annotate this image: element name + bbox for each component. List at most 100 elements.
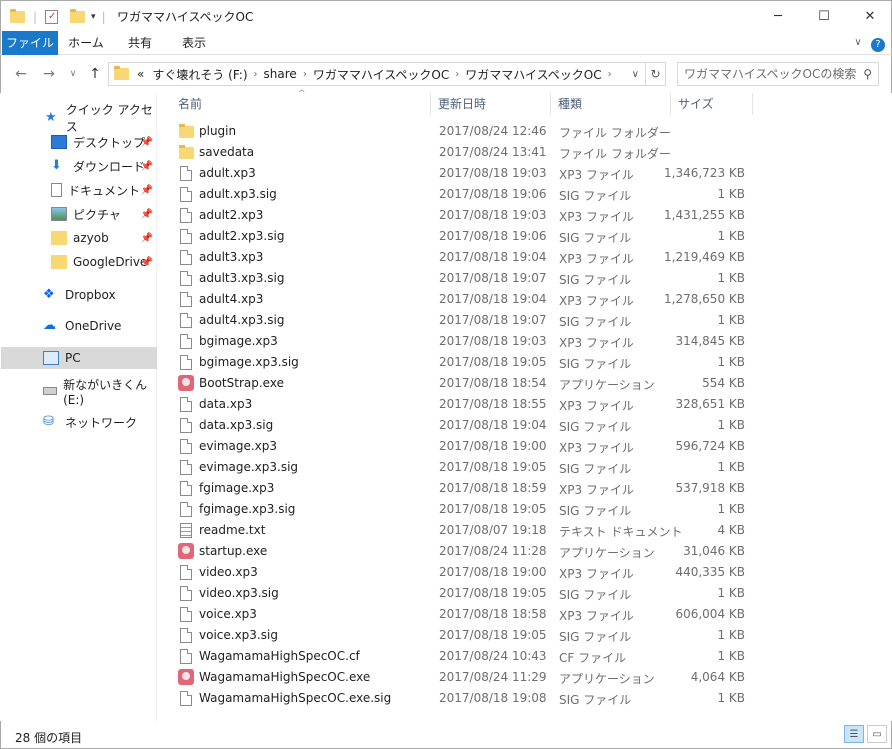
table-row[interactable]: adult3.xp3.sig 2017/08/18 19:07 SIG ファイル 1 … <box>158 268 891 289</box>
sidebar-item-label: クイック アクセス <box>65 103 153 134</box>
column-header-name[interactable]: 名前 <box>158 93 430 115</box>
table-row[interactable]: BootStrap.exe 2017/08/18 18:54 アプリケーション 554… <box>158 373 891 394</box>
sidebar-item-folder[interactable]: GoogleDrive 📌 <box>1 251 157 273</box>
column-divider[interactable] <box>752 93 753 115</box>
table-row[interactable]: video.xp3.sig 2017/08/18 19:05 SIG ファイル 1 K… <box>158 583 891 604</box>
sidebar-item-document[interactable]: ドキュメント 📌 <box>1 179 157 201</box>
table-row[interactable]: fgimage.xp3 2017/08/18 18:59 XP3 ファイル 537,9… <box>158 478 891 499</box>
pin-icon[interactable]: 📌 <box>141 161 153 172</box>
file-type: XP3 ファイル <box>559 210 634 224</box>
sidebar-item-folder[interactable]: azyob 📌 <box>1 227 157 249</box>
table-row[interactable]: evimage.xp3 2017/08/18 19:00 XP3 ファイル 596,7… <box>158 436 891 457</box>
table-row[interactable]: data.xp3 2017/08/18 18:55 XP3 ファイル 328,651 … <box>158 394 891 415</box>
maximize-button[interactable]: ☐ <box>801 1 847 31</box>
pin-icon[interactable]: 📌 <box>141 137 153 148</box>
table-row[interactable]: adult.xp3.sig 2017/08/18 19:06 SIG ファイル 1 K… <box>158 184 891 205</box>
table-row[interactable]: readme.txt 2017/08/07 19:18 テキスト ドキュメント 4 K… <box>158 520 891 541</box>
new-folder-icon[interactable] <box>70 9 86 23</box>
table-row[interactable]: voice.xp3 2017/08/18 18:58 XP3 ファイル 606,004… <box>158 604 891 625</box>
chevron-right-icon[interactable]: › <box>254 69 258 80</box>
breadcrumb-folder-1[interactable]: ワガママハイスペックOC <box>313 66 449 83</box>
large-icons-view-button[interactable]: ▭ <box>867 725 887 743</box>
file-name: adult2.xp3 <box>199 208 264 222</box>
table-row[interactable]: adult4.xp3.sig 2017/08/18 19:07 SIG ファイル 1 … <box>158 310 891 331</box>
table-row[interactable]: adult.xp3 2017/08/18 19:03 XP3 ファイル 1,346,7… <box>158 163 891 184</box>
sidebar-item-pc[interactable]: PC <box>1 347 157 369</box>
table-row[interactable]: bgimage.xp3 2017/08/18 19:03 XP3 ファイル 314,8… <box>158 331 891 352</box>
tab-file[interactable]: ファイル <box>2 31 58 55</box>
table-row[interactable]: plugin 2017/08/24 12:46 ファイル フォルダー <box>158 121 891 142</box>
file-size: 1,278,650 KB <box>664 292 745 306</box>
pin-icon[interactable]: 📌 <box>141 233 153 244</box>
file-size: 1,346,723 KB <box>664 166 745 180</box>
sidebar-item-label: 新ながいきくん (E:) <box>63 377 148 407</box>
sidebar-item-dropbox[interactable]: ❖ Dropbox <box>1 284 157 306</box>
chevron-right-icon[interactable]: › <box>608 69 612 80</box>
file-type: SIG ファイル <box>559 357 632 371</box>
breadcrumb-folder-2[interactable]: ワガママハイスペックOC <box>465 66 601 83</box>
chevron-right-icon[interactable]: › <box>455 69 459 80</box>
refresh-button[interactable]: ↻ <box>646 62 666 86</box>
table-row[interactable]: adult4.xp3 2017/08/18 19:04 XP3 ファイル 1,278,… <box>158 289 891 310</box>
sidebar-item-network[interactable]: ⛁ ネットワーク <box>1 411 157 433</box>
file-size: 1 KB <box>717 649 745 663</box>
column-header-size[interactable]: サイズ <box>670 93 750 115</box>
folder-icon[interactable] <box>10 9 25 23</box>
table-row[interactable]: adult2.xp3 2017/08/18 19:03 XP3 ファイル 1,431,… <box>158 205 891 226</box>
recent-locations-button[interactable]: ∨ <box>63 64 83 84</box>
table-row[interactable]: adult3.xp3 2017/08/18 19:04 XP3 ファイル 1,219,… <box>158 247 891 268</box>
column-header-type[interactable]: 種類 <box>550 93 670 115</box>
customize-toolbar-icon[interactable]: ▾ <box>91 12 96 22</box>
table-row[interactable]: startup.exe 2017/08/24 11:28 アプリケーション 31,04… <box>158 541 891 562</box>
table-row[interactable]: WagamamaHighSpecOC.exe.sig 2017/08/18 19:… <box>158 688 891 709</box>
table-row[interactable]: savedata 2017/08/24 13:41 ファイル フォルダー <box>158 142 891 163</box>
address-box[interactable]: « すぐ壊れそう (F:) › share › ワガママハイスペックOC › ワ… <box>108 62 646 86</box>
table-row[interactable]: fgimage.xp3.sig 2017/08/18 19:05 SIG ファイル 1… <box>158 499 891 520</box>
file-name: adult.xp3.sig <box>199 187 277 201</box>
sidebar-item-download[interactable]: ⬇ ダウンロード 📌 <box>1 155 157 177</box>
search-input[interactable]: ワガママハイスペックOCの検索 ⚲ <box>677 62 879 86</box>
file-date: 2017/08/18 18:59 <box>439 481 547 495</box>
tab-share[interactable]: 共有 <box>115 31 165 55</box>
table-row[interactable]: video.xp3 2017/08/18 19:00 XP3 ファイル 440,335… <box>158 562 891 583</box>
chevron-right-icon[interactable]: › <box>303 69 307 80</box>
download-icon: ⬇ <box>51 158 62 173</box>
sidebar-item-star[interactable]: ★ クイック アクセス <box>1 103 157 134</box>
column-header-date[interactable]: 更新日時 <box>430 93 550 115</box>
table-row[interactable]: WagamamaHighSpecOC.exe 2017/08/24 11:29 アプ… <box>158 667 891 688</box>
file-icon <box>180 250 192 265</box>
table-row[interactable]: bgimage.xp3.sig 2017/08/18 19:05 SIG ファイル 1… <box>158 352 891 373</box>
pin-icon[interactable]: 📌 <box>141 209 153 220</box>
close-button[interactable]: ✕ <box>847 1 892 31</box>
address-dropdown-icon[interactable]: ∨ <box>632 69 639 80</box>
sidebar-item-desktop[interactable]: デスクトップ 📌 <box>1 131 157 153</box>
maximize-icon: ☐ <box>818 8 830 24</box>
table-row[interactable]: data.xp3.sig 2017/08/18 19:04 SIG ファイル 1 KB <box>158 415 891 436</box>
tab-home[interactable]: ホーム <box>61 31 111 55</box>
breadcrumb-overflow[interactable]: « <box>137 67 144 81</box>
up-button[interactable]: ↑ <box>85 64 105 84</box>
pin-icon[interactable]: 📌 <box>141 185 153 196</box>
back-button[interactable]: ← <box>11 64 31 84</box>
sidebar-item-drive[interactable]: 新ながいきくん (E:) <box>1 378 157 407</box>
tab-view[interactable]: 表示 <box>169 31 219 55</box>
table-row[interactable]: WagamamaHighSpecOC.cf 2017/08/24 10:43 CF … <box>158 646 891 667</box>
properties-icon[interactable]: ✓ <box>45 10 59 24</box>
details-view-button[interactable]: ☰ <box>844 725 864 743</box>
table-row[interactable]: adult2.xp3.sig 2017/08/18 19:06 SIG ファイル 1 … <box>158 226 891 247</box>
file-date: 2017/08/18 19:05 <box>439 355 547 369</box>
pin-icon[interactable]: 📌 <box>141 257 153 268</box>
sidebar-item-onedrive[interactable]: ☁ OneDrive <box>1 315 157 337</box>
file-icon <box>180 208 192 223</box>
file-date: 2017/08/18 19:05 <box>439 502 547 516</box>
breadcrumb-share[interactable]: share <box>264 67 297 81</box>
sidebar-item-picture[interactable]: ピクチャ 📌 <box>1 203 157 225</box>
sidebar-item-label: ダウンロード <box>73 159 146 174</box>
forward-button[interactable]: → <box>39 64 59 84</box>
table-row[interactable]: evimage.xp3.sig 2017/08/18 19:05 SIG ファイル 1… <box>158 457 891 478</box>
breadcrumb-drive[interactable]: すぐ壊れそう (F:) <box>152 66 247 83</box>
minimize-button[interactable]: ─ <box>755 1 801 31</box>
expand-ribbon-icon[interactable]: ∨ <box>851 31 865 55</box>
table-row[interactable]: voice.xp3.sig 2017/08/18 19:05 SIG ファイル 1 K… <box>158 625 891 646</box>
help-icon[interactable]: ? <box>869 31 887 55</box>
